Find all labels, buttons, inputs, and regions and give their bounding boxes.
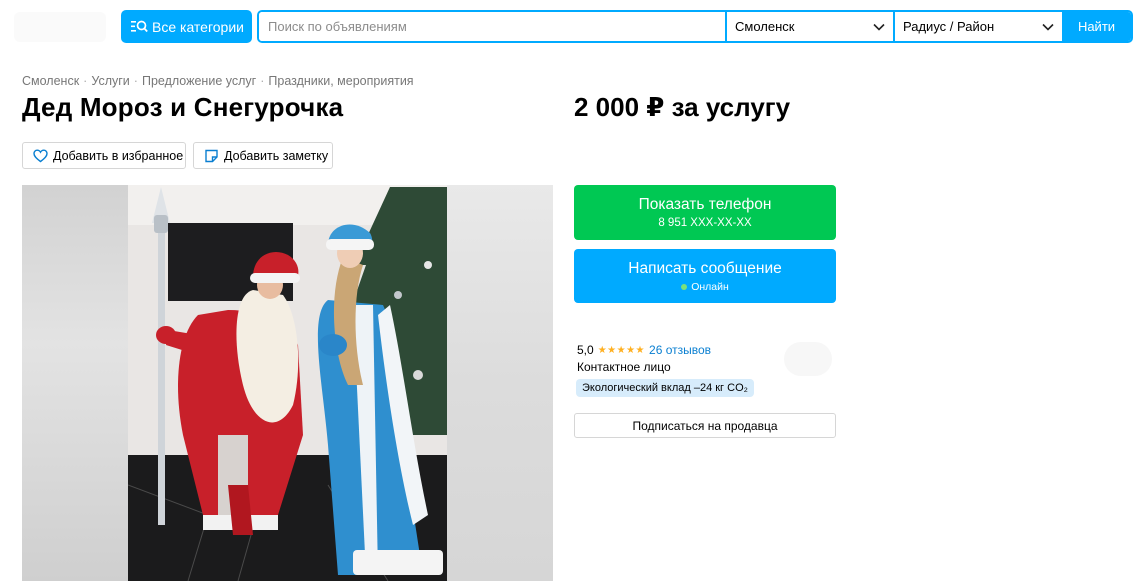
city-select[interactable]: Смоленск — [725, 12, 893, 41]
heart-icon — [33, 148, 48, 162]
reviews-link[interactable]: 26 отзывов — [649, 343, 711, 357]
add-note-button[interactable]: Добавить заметку — [193, 142, 333, 169]
find-button-label: Найти — [1077, 19, 1116, 34]
chevron-down-icon — [873, 23, 885, 31]
find-button[interactable]: Найти — [1062, 12, 1131, 41]
send-message-label: Написать сообщение — [628, 259, 782, 277]
chevron-down-icon — [1042, 23, 1054, 31]
all-categories-label: Все категории — [152, 18, 244, 35]
breadcrumb-separator: · — [133, 74, 138, 88]
listing-price: 2 000 ₽ за услугу — [574, 92, 791, 122]
add-note-label: Добавить заметку — [224, 148, 329, 163]
note-icon — [205, 149, 218, 162]
breadcrumb-separator: · — [260, 74, 265, 88]
rating-stars-icon: ★★★★★ — [597, 344, 646, 356]
radius-select[interactable]: Радиус / Район — [893, 12, 1062, 41]
search-input[interactable] — [259, 12, 725, 41]
categories-search-icon — [131, 20, 148, 33]
breadcrumb-separator: · — [83, 74, 88, 88]
gallery-blur-right — [447, 185, 553, 581]
add-to-favorites-label: Добавить в избранное — [53, 148, 184, 163]
subscribe-to-seller-button[interactable]: Подписаться на продавца — [574, 413, 836, 438]
all-categories-button[interactable]: Все категории — [121, 10, 252, 43]
photo-gallery[interactable] — [22, 185, 553, 581]
listing-photo[interactable] — [128, 185, 447, 581]
show-phone-label: Показать телефон — [638, 196, 772, 213]
rating-value: 5,0 — [577, 343, 594, 357]
breadcrumb-item-services[interactable]: Услуги — [91, 74, 129, 88]
city-select-value: Смоленск — [735, 19, 795, 34]
top-bar: Все категории Смоленск Радиус / Район На… — [0, 0, 1146, 52]
eco-contribution-badge[interactable]: Экологический вклад –24 кг CO₂ — [576, 379, 754, 397]
subscribe-label: Подписаться на продавца — [632, 418, 778, 433]
phone-number-masked: 8 951 XXX-XX-XX — [658, 217, 752, 229]
contact-person-label: Контактное лицо — [577, 360, 671, 374]
breadcrumb-item-offers[interactable]: Предложение услуг — [142, 74, 256, 88]
online-status-label: Онлайн — [691, 280, 729, 293]
breadcrumb: Смоленск · Услуги · Предложение услуг · Праздн… — [22, 74, 414, 88]
breadcrumb-item-city[interactable]: Смоленск — [22, 74, 79, 88]
online-dot-icon — [681, 283, 688, 290]
logo[interactable] — [14, 12, 106, 42]
listing-title: Дед Мороз и Снегурочка — [22, 92, 344, 122]
show-phone-button[interactable]: Показать телефон 8 951 XXX-XX-XX — [574, 185, 836, 240]
radius-select-value: Радиус / Район — [903, 19, 995, 34]
online-status: Онлайн — [681, 281, 729, 293]
seller-avatar[interactable] — [784, 342, 832, 376]
gallery-blur-left — [22, 185, 128, 581]
add-to-favorites-button[interactable]: Добавить в избранное — [22, 142, 186, 169]
breadcrumb-item-holidays[interactable]: Праздники, мероприятия — [268, 74, 413, 88]
seller-rating: 5,0 ★★★★★ 26 отзывов — [577, 343, 711, 357]
send-message-button[interactable]: Написать сообщение Онлайн — [574, 249, 836, 303]
search-bar: Смоленск Радиус / Район Найти — [257, 10, 1133, 43]
